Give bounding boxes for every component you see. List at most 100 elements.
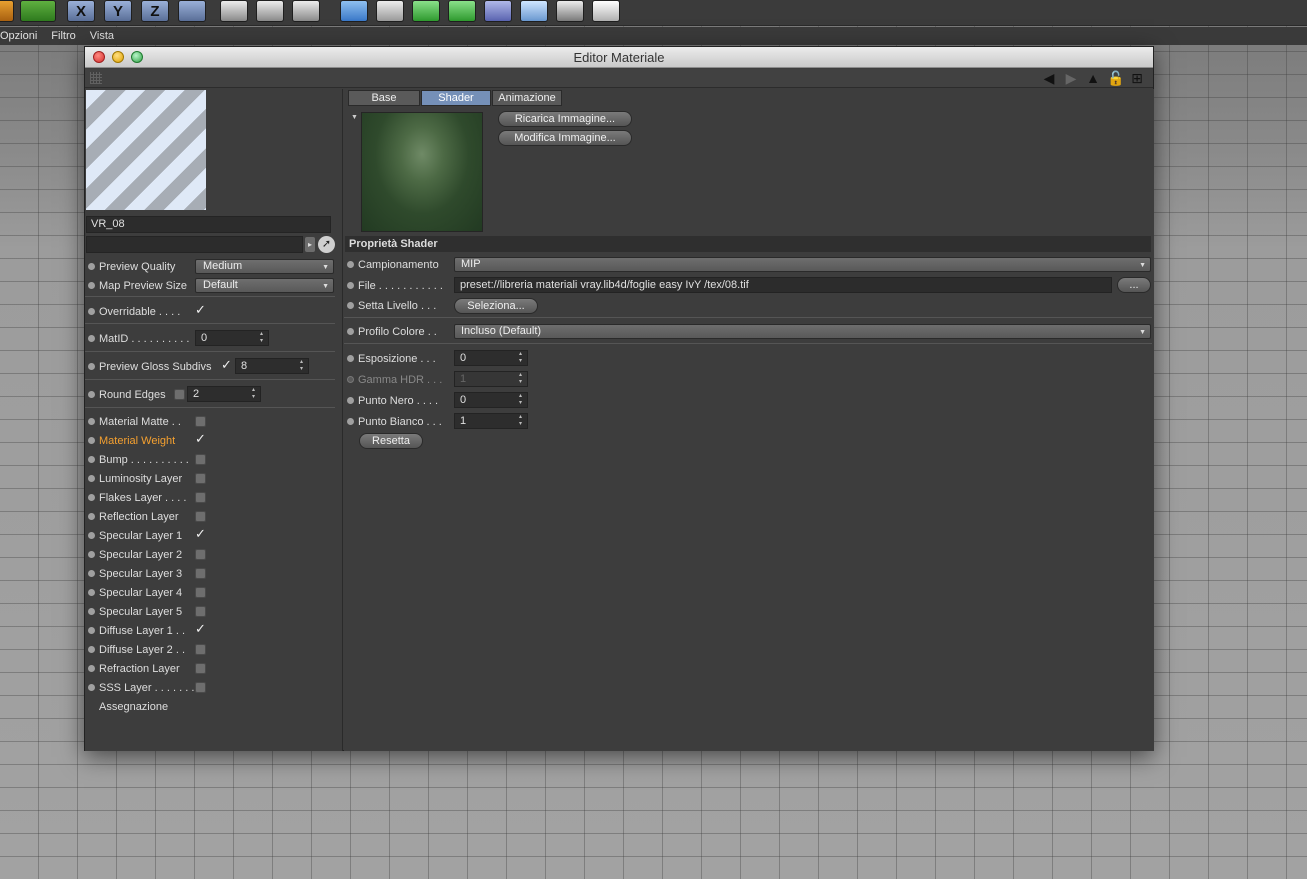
close-window-button[interactable] <box>93 51 105 63</box>
animate-dot-icon[interactable] <box>347 282 354 289</box>
animate-dot-icon[interactable] <box>88 263 95 270</box>
layer-checkbox[interactable] <box>195 454 206 465</box>
map-preview-size-dropdown[interactable]: Default <box>195 278 334 293</box>
grip-icon[interactable] <box>90 72 102 84</box>
exposure-field[interactable]: 0 <box>454 350 528 366</box>
layer-checkbox[interactable]: ✓ <box>195 622 206 635</box>
animate-dot-icon[interactable] <box>347 355 354 362</box>
toolbar-leaf-icon[interactable] <box>20 0 56 22</box>
toolbar-orange-icon[interactable] <box>0 0 14 22</box>
layer-checkbox[interactable] <box>195 492 206 503</box>
pointer-icon[interactable]: ➚ <box>318 236 335 253</box>
animate-dot-icon[interactable] <box>88 570 95 577</box>
layer-row-refraction[interactable]: Refraction Layer <box>85 659 343 678</box>
back-arrow-icon[interactable]: ◀ <box>1041 70 1057 87</box>
collapse-triangle-icon[interactable]: ▼ <box>351 114 358 121</box>
layer-checkbox[interactable] <box>195 473 206 484</box>
white-point-field[interactable]: 1 <box>454 413 528 429</box>
coordinate-system-icon[interactable] <box>178 0 206 22</box>
render-picture-viewer-icon[interactable] <box>256 0 284 22</box>
layer-row-reflection[interactable]: Reflection Layer <box>85 507 343 526</box>
tab-shader[interactable]: Shader <box>421 90 491 106</box>
browse-file-button[interactable]: ... <box>1117 277 1151 293</box>
layer-row-specular-3[interactable]: Specular Layer 3 <box>85 564 343 583</box>
round-edges-checkbox[interactable] <box>174 389 185 400</box>
animate-dot-icon[interactable] <box>88 608 95 615</box>
round-edges-field[interactable]: 2 <box>187 386 261 402</box>
animate-dot-icon[interactable] <box>88 513 95 520</box>
animate-dot-icon[interactable] <box>88 335 95 342</box>
overridable-checkbox[interactable]: ✓ <box>195 303 206 316</box>
animate-dot-icon[interactable] <box>347 376 354 383</box>
layer-row-material-weight[interactable]: Material Weight ✓ <box>85 431 343 450</box>
x-axis-button[interactable]: X <box>67 0 95 22</box>
zoom-window-button[interactable] <box>131 51 143 63</box>
expand-arrow-icon[interactable]: ▸ <box>305 237 315 252</box>
select-layer-button[interactable]: Seleziona... <box>454 298 538 314</box>
layer-checkbox[interactable] <box>195 416 206 427</box>
new-window-icon[interactable]: ⊞ <box>1129 70 1145 87</box>
animate-dot-icon[interactable] <box>347 397 354 404</box>
floor-icon[interactable] <box>520 0 548 22</box>
layer-checkbox[interactable] <box>195 606 206 617</box>
layer-checkbox[interactable] <box>195 549 206 560</box>
animate-dot-icon[interactable] <box>88 646 95 653</box>
layer-row-diffuse-1[interactable]: Diffuse Layer 1 . . ✓ <box>85 621 343 640</box>
up-arrow-icon[interactable]: ▲ <box>1085 70 1101 87</box>
layer-row-bump[interactable]: Bump . . . . . . . . . . <box>85 450 343 469</box>
animate-dot-icon[interactable] <box>88 418 95 425</box>
layer-row-assignment[interactable]: Assegnazione <box>85 697 343 716</box>
matid-field[interactable]: 0 <box>195 330 269 346</box>
layer-checkbox[interactable] <box>195 663 206 674</box>
forward-arrow-icon[interactable]: ▶ <box>1063 70 1079 87</box>
animate-dot-icon[interactable] <box>88 282 95 289</box>
layer-row-flakes[interactable]: Flakes Layer . . . . <box>85 488 343 507</box>
layer-checkbox[interactable] <box>195 682 206 693</box>
lock-icon[interactable]: 🔓 <box>1107 70 1124 87</box>
tab-animation[interactable]: Animazione <box>492 90 562 106</box>
animate-dot-icon[interactable] <box>88 494 95 501</box>
animate-dot-icon[interactable] <box>347 328 354 335</box>
animate-dot-icon[interactable] <box>88 456 95 463</box>
spline-icon[interactable] <box>376 0 404 22</box>
animate-dot-icon[interactable] <box>88 532 95 539</box>
material-preview[interactable] <box>86 90 206 210</box>
nurbs-icon[interactable] <box>412 0 440 22</box>
preview-gloss-field[interactable]: 8 <box>235 358 309 374</box>
layer-row-specular-5[interactable]: Specular Layer 5 <box>85 602 343 621</box>
y-axis-button[interactable]: Y <box>104 0 132 22</box>
array-icon[interactable] <box>448 0 476 22</box>
z-axis-button[interactable]: Z <box>141 0 169 22</box>
animate-dot-icon[interactable] <box>88 551 95 558</box>
texture-thumbnail[interactable] <box>361 112 483 232</box>
layer-checkbox[interactable]: ✓ <box>195 432 206 445</box>
animate-dot-icon[interactable] <box>347 418 354 425</box>
deformer-icon[interactable] <box>484 0 512 22</box>
animate-dot-icon[interactable] <box>88 627 95 634</box>
material-name-field[interactable]: VR_08 <box>86 216 331 233</box>
animate-dot-icon[interactable] <box>88 665 95 672</box>
layer-row-specular-2[interactable]: Specular Layer 2 <box>85 545 343 564</box>
animate-dot-icon[interactable] <box>88 589 95 596</box>
layer-checkbox[interactable] <box>195 511 206 522</box>
animate-dot-icon[interactable] <box>347 302 354 309</box>
animate-dot-icon[interactable] <box>88 363 95 370</box>
layer-checkbox[interactable]: ✓ <box>195 527 206 540</box>
sampling-dropdown[interactable]: MIP <box>454 257 1151 272</box>
file-path-field[interactable]: preset://libreria materiali vray.lib4d/f… <box>454 277 1112 293</box>
layer-row-luminosity[interactable]: Luminosity Layer <box>85 469 343 488</box>
layer-row-material-matte[interactable]: Material Matte . . <box>85 412 343 431</box>
minimize-window-button[interactable] <box>112 51 124 63</box>
menu-options[interactable]: Opzioni <box>0 30 37 42</box>
preview-gloss-checkbox[interactable]: ✓ <box>221 358 232 371</box>
animate-dot-icon[interactable] <box>88 308 95 315</box>
layer-row-specular-1[interactable]: Specular Layer 1 ✓ <box>85 526 343 545</box>
animate-dot-icon[interactable] <box>347 261 354 268</box>
camera-icon[interactable] <box>556 0 584 22</box>
channel-filter-field[interactable] <box>86 236 303 253</box>
menu-view[interactable]: Vista <box>90 30 114 42</box>
tab-base[interactable]: Base <box>348 90 420 106</box>
edit-image-button[interactable]: Modifica Immagine... <box>498 130 632 146</box>
layer-row-diffuse-2[interactable]: Diffuse Layer 2 . . <box>85 640 343 659</box>
animate-dot-icon[interactable] <box>88 684 95 691</box>
